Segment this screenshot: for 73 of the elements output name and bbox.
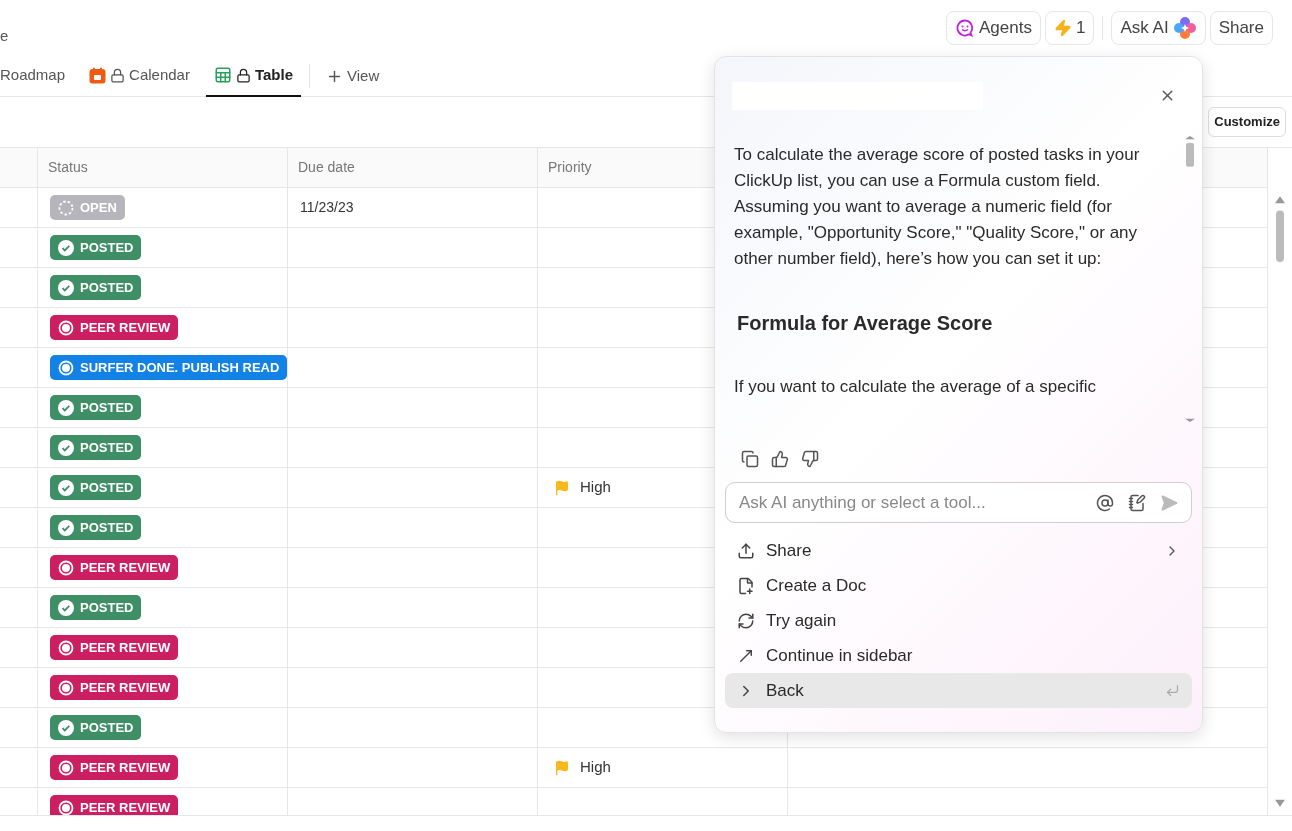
menu-item[interactable]: Try again — [725, 603, 1192, 638]
dashed-circle-icon — [58, 199, 74, 216]
view-tab[interactable]: Roadmap — [0, 55, 74, 97]
check-circle-icon — [58, 599, 74, 616]
flag-icon — [554, 479, 570, 496]
table-icon — [213, 66, 232, 84]
agents-button[interactable]: Agents — [946, 11, 1041, 45]
ring-icon — [58, 639, 74, 656]
credits-button[interactable]: 1 — [1044, 11, 1095, 45]
priority-label: High — [580, 757, 611, 778]
status-badge[interactable]: POSTED — [50, 595, 142, 620]
status-badge[interactable]: PEER REVIEW — [50, 555, 179, 580]
calendar-icon — [89, 66, 107, 84]
priority-label: High — [580, 477, 611, 498]
ask-ai-field[interactable]: Ask AI anything or select a tool... — [725, 482, 1192, 523]
status-badge[interactable]: POSTED — [50, 235, 142, 260]
enter-key-icon — [1165, 683, 1180, 698]
status-badge[interactable]: PEER REVIEW — [50, 315, 179, 340]
askai-button[interactable]: Ask AI — [1111, 11, 1206, 45]
column-header: Priority — [548, 158, 592, 177]
status-badge[interactable]: PEER REVIEW — [50, 635, 179, 660]
check-circle-icon — [58, 239, 74, 256]
smiley-bubble-icon — [955, 18, 976, 38]
status-badge[interactable]: POSTED — [50, 515, 142, 540]
due-date: 11/23/23 — [300, 198, 354, 217]
customize-button[interactable]: Customize — [1208, 107, 1286, 137]
check-circle-icon — [58, 439, 74, 456]
status-badge[interactable]: POSTED — [50, 275, 142, 300]
status-badge[interactable]: PEER REVIEW — [50, 795, 179, 815]
menu-item[interactable]: Back — [725, 673, 1192, 708]
menu-item[interactable]: Continue in sidebar — [725, 638, 1192, 673]
lightning-icon — [1053, 19, 1072, 37]
note-icon[interactable] — [1128, 493, 1146, 512]
status-badge[interactable]: POSTED — [50, 475, 142, 500]
check-circle-icon — [58, 399, 74, 416]
flag-icon — [554, 759, 570, 776]
menu-item[interactable]: Create a Doc — [725, 568, 1192, 603]
check-circle-icon — [58, 519, 74, 536]
answer-heading: Formula for Average Score — [737, 311, 994, 336]
check-circle-icon — [58, 719, 74, 736]
ring-icon — [58, 559, 74, 576]
view-tab[interactable]: Table — [205, 55, 301, 97]
ring-icon — [58, 319, 74, 336]
refresh-icon — [737, 611, 755, 630]
ring-icon — [58, 359, 74, 376]
check-circle-icon — [58, 479, 74, 496]
answer-paragraph: If you want to calculate the average of a specific — [734, 376, 1097, 398]
answer-paragraph: To calculate the average score of posted tasks in your ClickUp list, you can use a Formula custom field. Assuming you want to average a numeric field (for example, "Opportunity Score," "Quality Score," or any other number field), here’s how you can set it up: — [734, 144, 1141, 270]
thumbs-down-icon[interactable] — [801, 450, 819, 468]
status-badge[interactable]: POSTED — [50, 435, 142, 460]
page-title: e — [0, 25, 9, 46]
mention-icon[interactable] — [1096, 493, 1114, 512]
add-view-button[interactable]: View — [318, 64, 388, 88]
share-button[interactable]: Share — [1209, 11, 1273, 45]
ring-icon — [58, 759, 74, 776]
check-circle-icon — [58, 279, 74, 296]
column-header: Status — [48, 158, 88, 177]
ring-icon — [58, 799, 74, 815]
column-header: Due date — [298, 158, 355, 177]
ring-icon — [58, 679, 74, 696]
menu-item[interactable]: Share — [725, 533, 1192, 568]
document-plus-icon — [737, 576, 755, 595]
status-badge[interactable]: SURFER DONE. PUBLISH READ — [50, 355, 287, 380]
status-badge[interactable]: PEER REVIEW — [50, 675, 179, 700]
copy-icon[interactable] — [741, 450, 759, 468]
flower-icon — [1172, 16, 1197, 40]
status-badge[interactable]: POSTED — [50, 715, 142, 740]
view-tab[interactable]: Calendar — [81, 55, 198, 97]
status-badge[interactable]: POSTED — [50, 395, 142, 420]
thumbs-up-icon[interactable] — [771, 450, 789, 468]
ask-ai-input[interactable]: Ask AI anything or select a tool... — [739, 489, 1082, 516]
share-icon — [737, 541, 755, 560]
status-badge[interactable]: PEER REVIEW — [50, 755, 179, 780]
